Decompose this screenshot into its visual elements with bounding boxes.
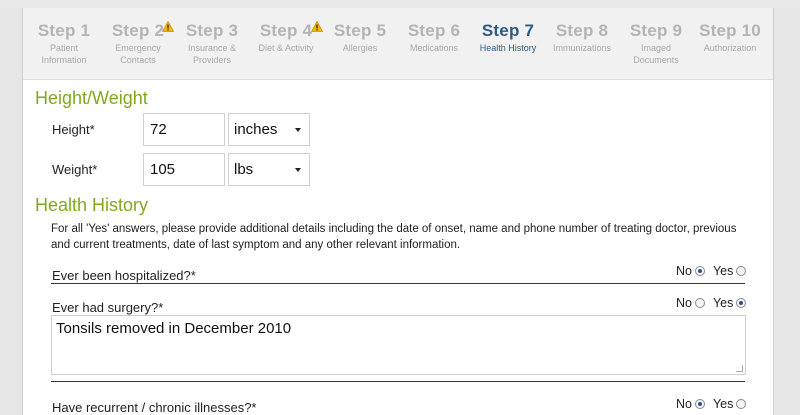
step-8[interactable]: Step 8 Immunizations	[545, 20, 619, 54]
step-label-line-1: Insurance &	[187, 43, 237, 53]
step-9[interactable]: Step 9 Imaged Documents	[619, 20, 693, 66]
surgery-radio-group: No Yes	[676, 296, 747, 310]
step-label-line-2: Documents	[633, 55, 679, 65]
weight-label: Weight*	[52, 162, 98, 177]
step-10[interactable]: Step 10 Authorization	[693, 20, 767, 54]
warning-icon	[162, 21, 174, 32]
weight-unit-value: lbs	[234, 161, 254, 178]
step-number: Step 3	[185, 21, 239, 40]
chevron-down-icon	[295, 168, 301, 172]
top-strip	[0, 0, 800, 8]
no-label: No	[676, 397, 692, 411]
step-1[interactable]: Step 1 Patient Information	[27, 20, 101, 66]
step-label-line-1: Patient	[49, 43, 79, 53]
resize-handle-icon[interactable]	[736, 365, 743, 372]
health-history-title: Health History	[35, 195, 149, 215]
step-2[interactable]: Step 2 Emergency Contacts	[101, 20, 175, 66]
height-label: Height*	[52, 122, 95, 137]
question-surgery: Ever had surgery?*	[52, 300, 164, 315]
step-5[interactable]: Step 5 Allergies	[323, 20, 397, 54]
step-7[interactable]: Step 7 Health History	[471, 20, 545, 54]
divider	[51, 381, 745, 382]
question-chronic-illnesses: Have recurrent / chronic illnesses?*	[52, 400, 257, 415]
surgery-yes-radio[interactable]	[736, 298, 747, 308]
surgery-details-textarea[interactable]: Tonsils removed in December 2010	[51, 315, 746, 375]
hospitalized-no-radio[interactable]	[694, 266, 705, 276]
step-number: Step 8	[555, 21, 609, 40]
step-label-line-1: Emergency	[115, 43, 161, 53]
height-unit-select[interactable]: inches	[228, 113, 310, 146]
weight-input[interactable]	[143, 153, 225, 186]
step-label-line-2: Providers	[192, 55, 231, 65]
step-label-line-1: Allergies	[342, 43, 378, 53]
step-number: Step 7	[481, 21, 535, 40]
hospitalized-radio-group: No Yes	[676, 264, 747, 278]
step-label-line-2: Contacts	[120, 55, 156, 65]
step-number: Step 5	[333, 21, 387, 40]
height-weight-title: Height/Weight	[35, 88, 148, 108]
step-number: Step 10	[699, 21, 761, 40]
chronic-illnesses-no-radio[interactable]	[694, 399, 705, 409]
hospitalized-yes-radio[interactable]	[736, 266, 747, 276]
step-6[interactable]: Step 6 Medications	[397, 20, 471, 54]
surgery-no-radio[interactable]	[694, 298, 705, 308]
step-label-line-1: Imaged	[640, 43, 672, 53]
yes-label: Yes	[712, 264, 734, 278]
yes-label: Yes	[712, 397, 734, 411]
step-label-line-1: Health History	[479, 43, 537, 53]
form-panel: Step 1 Patient Information Step 2 Emerge…	[22, 8, 774, 415]
step-label-line-1: Immunizations	[552, 43, 612, 53]
height-unit-value: inches	[234, 121, 278, 138]
warning-icon	[311, 21, 323, 32]
step-label-line-1: Diet & Activity	[258, 43, 314, 53]
yes-label: Yes	[712, 296, 734, 310]
height-input[interactable]	[143, 113, 225, 146]
step-label-line-1: Medications	[409, 43, 459, 53]
chronic-illnesses-yes-radio[interactable]	[736, 399, 747, 409]
step-4[interactable]: Step 4 Diet & Activity	[249, 20, 323, 54]
step-number: Step 1	[37, 21, 91, 40]
step-label-line-2: Information	[41, 55, 87, 65]
step-label-line-1: Authorization	[703, 43, 757, 53]
step-number: Step 9	[629, 21, 683, 40]
question-hospitalized: Ever been hospitalized?*	[52, 268, 196, 283]
no-label: No	[676, 296, 692, 310]
chronic-illnesses-radio-group: No Yes	[676, 397, 747, 411]
health-history-instructions: For all 'Yes' answers, please provide ad…	[51, 223, 737, 251]
step-3[interactable]: Step 3 Insurance & Providers	[175, 20, 249, 66]
divider	[51, 283, 745, 284]
surgery-details-text: Tonsils removed in December 2010	[56, 320, 292, 337]
chevron-down-icon	[295, 128, 301, 132]
step-number: Step 6	[407, 21, 461, 40]
steps-nav: Step 1 Patient Information Step 2 Emerge…	[23, 8, 773, 80]
no-label: No	[676, 264, 692, 278]
weight-unit-select[interactable]: lbs	[228, 153, 310, 186]
